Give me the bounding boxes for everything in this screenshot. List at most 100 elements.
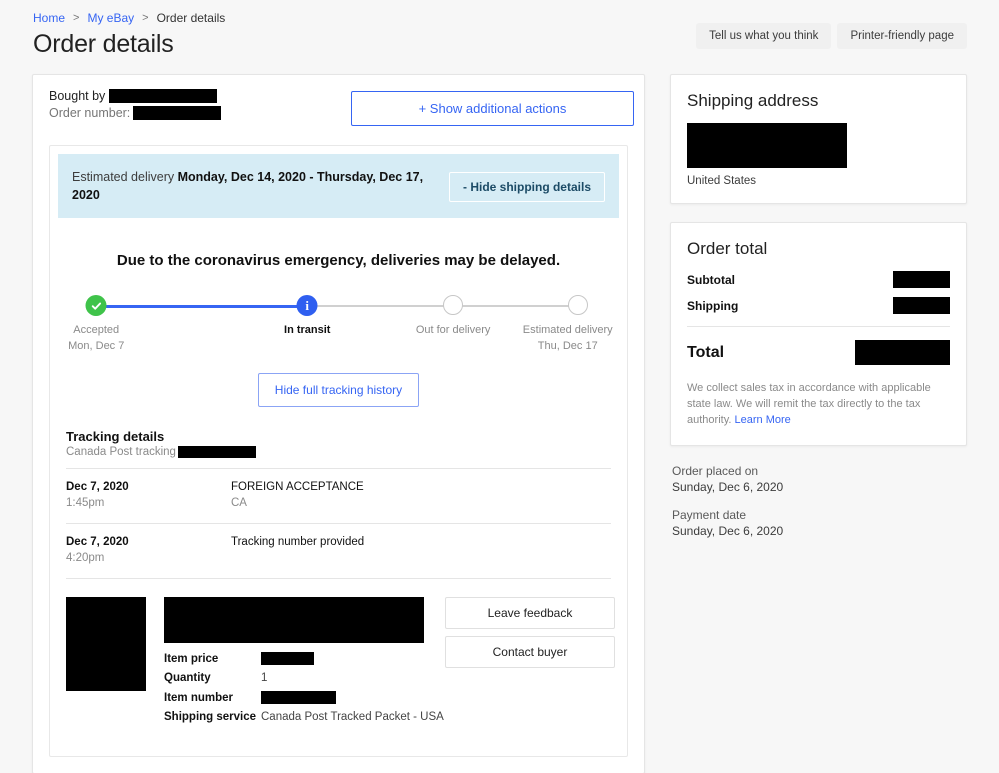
tracking-events-list: Dec 7, 2020 1:45pm FOREIGN ACCEPTANCE CA…	[66, 468, 611, 580]
breadcrumb: Home > My eBay > Order details	[33, 11, 225, 25]
tracking-event-desc: Tracking number provided	[231, 536, 364, 564]
show-additional-actions-button[interactable]: + Show additional actions	[351, 91, 634, 126]
stepper-label-accepted: Accepted Mon, Dec 7	[68, 323, 124, 355]
empty-circle-icon	[443, 295, 464, 316]
learn-more-link[interactable]: Learn More	[735, 414, 791, 426]
tracking-event-desc: FOREIGN ACCEPTANCE CA	[231, 481, 364, 509]
stepper-label-in-transit-text: In transit	[284, 324, 331, 337]
order-placed-label: Order placed on	[672, 463, 759, 478]
shipping-address-country: United States	[687, 175, 757, 187]
tax-note: We collect sales tax in accordance with …	[687, 381, 950, 429]
estimated-delivery-banner: Estimated delivery Monday, Dec 14, 2020 …	[58, 154, 619, 219]
left-column: Bought by Order number: + Show additiona…	[32, 74, 645, 773]
quantity-value: 1	[261, 672, 268, 685]
contact-buyer-button[interactable]: Contact buyer	[445, 636, 615, 669]
subtotal-label: Subtotal	[687, 272, 735, 287]
stepper-node-out-for-delivery	[443, 295, 464, 316]
hide-full-tracking-history-button[interactable]: Hide full tracking history	[257, 373, 420, 408]
tracking-event-time-text: 4:20pm	[66, 552, 105, 565]
table-row: Dec 7, 2020 4:20pm Tracking number provi…	[66, 523, 611, 580]
estimated-delivery-label: Estimated delivery	[72, 170, 175, 184]
order-card: Bought by Order number: + Show additiona…	[32, 74, 645, 773]
stepper-label-out-for-delivery-text: Out for delivery	[415, 324, 491, 337]
order-total-title: Order total	[687, 239, 768, 258]
total-divider	[687, 326, 950, 327]
breadcrumb-separator-1: >	[73, 12, 80, 24]
bought-by-label: Bought by	[49, 89, 106, 103]
shipping-cost-label: Shipping	[687, 298, 739, 313]
item-row-shipping-service: Shipping service Canada Post Tracked Pac…	[164, 711, 611, 723]
item-title-redacted	[164, 597, 424, 644]
stepper-label-estimated-delivery-text: Estimated delivery	[522, 324, 613, 337]
stepper-label-estimated-delivery: Estimated delivery Thu, Dec 17	[523, 323, 613, 355]
stepper-segment-2	[307, 305, 454, 308]
subtotal-value-redacted	[893, 271, 950, 288]
hide-tracking-history-wrap: Hide full tracking history	[50, 373, 627, 408]
printer-friendly-page-button[interactable]: Printer-friendly page	[837, 23, 967, 49]
table-row: Dec 7, 2020 1:45pm FOREIGN ACCEPTANCE CA	[66, 468, 611, 523]
shipping-details-card: Estimated delivery Monday, Dec 14, 2020 …	[49, 145, 628, 758]
stepper-label-estimated-delivery-sub: Thu, Dec 17	[537, 340, 598, 353]
stepper-labels: Accepted Mon, Dec 7 In transit Out for d…	[68, 323, 613, 357]
tax-note-text: We collect sales tax in accordance with …	[687, 382, 931, 426]
item-image-redacted	[66, 597, 146, 692]
stepper-node-accepted	[85, 295, 107, 317]
payment-date-block: Payment date Sunday, Dec 6, 2020	[672, 508, 967, 538]
tracking-event-date-text: Dec 7, 2020	[66, 481, 129, 494]
stepper-segment-1	[96, 304, 308, 308]
tracking-event-date: Dec 7, 2020 4:20pm	[66, 536, 231, 564]
bought-by-redacted	[109, 89, 218, 103]
total-label: Total	[687, 343, 725, 361]
breadcrumb-my-ebay[interactable]: My eBay	[87, 11, 134, 25]
breadcrumb-separator-2: >	[142, 12, 149, 24]
breadcrumb-current: Order details	[156, 11, 226, 25]
stepper-label-accepted-sub: Mon, Dec 7	[68, 340, 125, 353]
delivery-progress-stepper: i Accepted Mon, Dec 7 In transit Out for…	[68, 295, 613, 357]
item-price-redacted	[261, 652, 314, 666]
stepper-label-accepted-text: Accepted	[73, 324, 120, 337]
tracking-carrier-label: Canada Post tracking	[66, 446, 176, 459]
stepper-node-estimated-delivery	[568, 295, 589, 316]
tracking-event-name: FOREIGN ACCEPTANCE	[231, 481, 364, 494]
payment-date-value: Sunday, Dec 6, 2020	[672, 523, 784, 538]
page-title: Order details	[33, 30, 174, 58]
order-number-redacted	[133, 106, 222, 120]
item-price-label: Item price	[164, 652, 219, 665]
grand-total-row: Total	[687, 340, 950, 365]
quantity-label: Quantity	[164, 672, 211, 685]
top-actions: Tell us what you think Printer-friendly …	[696, 23, 967, 49]
order-placed-block: Order placed on Sunday, Dec 6, 2020	[672, 464, 967, 494]
item-action-buttons: Leave feedback Contact buyer	[445, 597, 615, 675]
tracking-event-date-text: Dec 7, 2020	[66, 536, 129, 549]
tracking-details-title: Tracking details	[66, 429, 165, 445]
tracking-event-date: Dec 7, 2020 1:45pm	[66, 481, 231, 509]
tracking-event-time-text: 1:45pm	[66, 497, 105, 510]
item-number-label: Item number	[164, 691, 234, 704]
tracking-carrier-row: Canada Post tracking	[66, 446, 611, 459]
tell-us-what-you-think-button[interactable]: Tell us what you think	[696, 23, 832, 49]
order-number-label: Order number:	[49, 106, 131, 120]
shipping-cost-value-redacted	[893, 297, 950, 314]
subtotal-row: Subtotal	[687, 271, 950, 288]
order-details-page: Home > My eBay > Order details Order det…	[0, 0, 999, 773]
hide-shipping-details-button[interactable]: - Hide shipping details	[448, 172, 605, 202]
stepper-node-in-transit: i	[296, 295, 318, 317]
empty-circle-icon	[568, 295, 589, 316]
order-header: Bought by Order number: + Show additiona…	[33, 75, 644, 137]
stepper-label-out-for-delivery: Out for delivery	[416, 323, 491, 339]
total-value-redacted	[855, 340, 950, 365]
check-circle-icon	[85, 295, 107, 317]
shipping-service-value: Canada Post Tracked Packet - USA	[261, 711, 444, 724]
tracking-event-location: CA	[231, 497, 247, 510]
stepper-segment-3	[453, 305, 579, 308]
tracking-event-name: Tracking number provided	[231, 536, 365, 549]
stepper-label-in-transit: In transit	[284, 323, 330, 339]
stepper-track: i	[78, 295, 599, 317]
payment-date-label: Payment date	[672, 507, 747, 522]
estimated-delivery-text: Estimated delivery Monday, Dec 14, 2020 …	[72, 168, 452, 204]
shipping-address-card: Shipping address United States	[670, 74, 967, 204]
leave-feedback-button[interactable]: Leave feedback	[445, 597, 615, 630]
shipping-service-label: Shipping service	[164, 711, 257, 724]
breadcrumb-home[interactable]: Home	[33, 11, 65, 25]
shipping-address-redacted	[687, 123, 847, 168]
